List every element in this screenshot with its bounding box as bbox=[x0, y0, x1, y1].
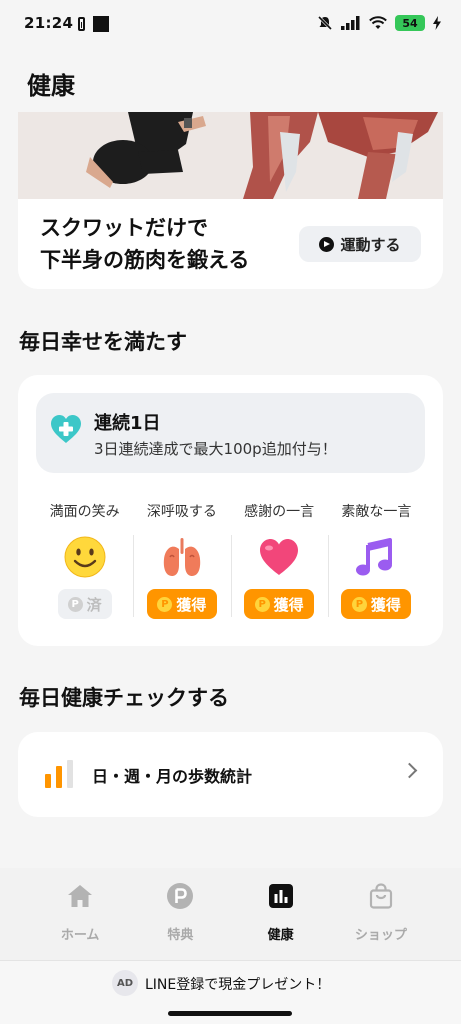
wifi-icon bbox=[369, 16, 387, 29]
activity-label: 満面の笑み bbox=[49, 504, 120, 520]
nav-item-home[interactable]: ホーム bbox=[30, 868, 130, 960]
step-stats-label: 日・週・月の歩数統計 bbox=[92, 767, 253, 786]
activity-list: 満面の笑み P 済 深呼吸する P 獲得 感謝の一言 P 獲得 素敵な一言 P … bbox=[36, 495, 425, 625]
squat-banner-image bbox=[18, 112, 443, 199]
point-icon: P bbox=[351, 596, 367, 612]
signal-icon bbox=[341, 16, 360, 30]
play-icon bbox=[319, 236, 335, 252]
health-check-section-title: 毎日健康チェックする bbox=[19, 686, 229, 710]
points-icon bbox=[167, 883, 194, 909]
breathe-earn-button[interactable]: P 獲得 bbox=[146, 589, 217, 619]
activity-smile: 満面の笑み P 済 bbox=[36, 495, 133, 625]
activity-label: 感謝の一言 bbox=[244, 504, 315, 520]
nav-label: 特典 bbox=[167, 928, 194, 943]
lungs-emoji-icon bbox=[163, 538, 201, 576]
point-icon: P bbox=[157, 596, 173, 612]
bar-chart-icon bbox=[45, 760, 73, 788]
streak-title: 連続1日 bbox=[94, 413, 161, 434]
heart-emoji-icon bbox=[260, 539, 299, 575]
activity-breathe: 深呼吸する P 獲得 bbox=[133, 495, 230, 625]
status-bar: 21:24 54 bbox=[0, 0, 461, 48]
happiness-section-title: 毎日幸せを満たす bbox=[19, 330, 187, 354]
chevron-right-icon bbox=[401, 762, 418, 779]
nav-item-shop[interactable]: ショップ bbox=[331, 868, 431, 960]
battery-indicator: 54 bbox=[395, 15, 425, 31]
exercise-button-label: 運動する bbox=[340, 235, 401, 254]
feature-line-2: 下半身の筋肉を鍛える bbox=[40, 248, 250, 272]
nav-label: 健康 bbox=[267, 928, 294, 943]
charging-icon bbox=[433, 16, 441, 30]
step-stats-row[interactable]: 日・週・月の歩数統計 bbox=[18, 732, 443, 817]
status-time: 21:24 bbox=[24, 14, 74, 32]
feature-text: スクワットだけで 下半身の筋肉を鍛える bbox=[40, 212, 249, 276]
activity-label: 素敵な一言 bbox=[341, 504, 412, 520]
heart-plus-icon bbox=[51, 415, 81, 443]
activity-button-label: 獲得 bbox=[370, 595, 401, 614]
activity-label: 深呼吸する bbox=[146, 504, 217, 520]
notification-square-icon bbox=[93, 16, 109, 32]
chart-icon bbox=[268, 884, 293, 908]
smile-claimed-button: P 済 bbox=[57, 589, 112, 619]
smile-emoji-icon bbox=[64, 536, 106, 578]
exercise-button[interactable]: 運動する bbox=[299, 226, 421, 262]
nav-item-health[interactable]: 健康 bbox=[231, 868, 331, 960]
shopping-bag-icon bbox=[369, 883, 392, 909]
happiness-card: 連続1日 3日連続達成で最大100p追加付与！ 満面の笑み P 済 深呼吸する bbox=[18, 375, 443, 646]
battery-saver-icon bbox=[78, 17, 85, 31]
home-indicator bbox=[168, 1011, 292, 1016]
kind-words-earn-button[interactable]: P 獲得 bbox=[341, 589, 412, 619]
bottom-nav: ホーム 特典 健康 ショップ bbox=[0, 868, 461, 960]
nav-item-benefits[interactable]: 特典 bbox=[130, 868, 230, 960]
ad-banner[interactable]: AD LINE登録で現金プレゼント！ bbox=[0, 960, 461, 1024]
point-icon: P bbox=[254, 596, 270, 612]
streak-banner: 連続1日 3日連続達成で最大100p追加付与！ bbox=[36, 393, 425, 473]
home-icon bbox=[68, 885, 93, 907]
gratitude-earn-button[interactable]: P 獲得 bbox=[244, 589, 315, 619]
ad-badge: AD bbox=[112, 970, 138, 996]
page-title: 健康 bbox=[27, 72, 75, 100]
squat-illustration bbox=[18, 112, 443, 199]
nav-label: ホーム bbox=[60, 928, 100, 943]
nav-label: ショップ bbox=[354, 928, 407, 943]
streak-subtitle: 3日連続達成で最大100p追加付与！ bbox=[94, 440, 337, 458]
point-icon: P bbox=[67, 596, 83, 612]
activity-kind-words: 素敵な一言 P 獲得 bbox=[327, 495, 425, 625]
activity-button-label: 獲得 bbox=[273, 595, 304, 614]
activity-gratitude: 感謝の一言 P 獲得 bbox=[230, 495, 328, 625]
activity-button-label: 済 bbox=[86, 595, 102, 614]
activity-button-label: 獲得 bbox=[176, 595, 207, 614]
music-note-emoji-icon bbox=[356, 538, 393, 576]
mute-icon bbox=[317, 15, 333, 31]
feature-line-1: スクワットだけで bbox=[40, 216, 208, 240]
squat-feature-card[interactable]: スクワットだけで 下半身の筋肉を鍛える 運動する bbox=[18, 112, 443, 289]
ad-text: LINE登録で現金プレゼント！ bbox=[145, 977, 331, 993]
